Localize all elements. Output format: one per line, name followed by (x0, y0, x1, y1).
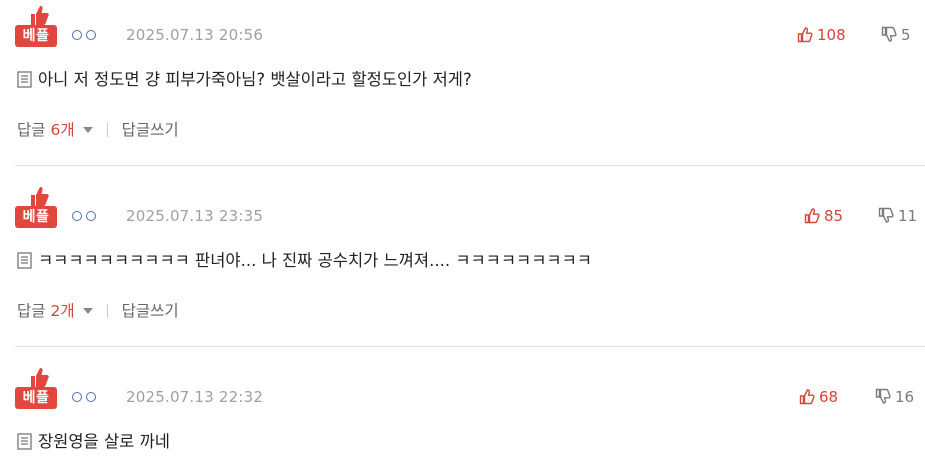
comment-text: ㅋㅋㅋㅋㅋㅋㅋㅋㅋㅋ 판녀야... 나 진짜 공수치가 느껴져.... ㅋㅋㅋㅋ… (17, 247, 592, 271)
comment-text: 아니 저 정도면 걍 피부가죽아님? 뱃살이라고 할정도인가 저게? (17, 66, 472, 90)
comment-item: 베플 2025.07.13 23:35 85 11 ㅋㅋㅋㅋㅋㅋㅋㅋㅋㅋ 판녀야… (0, 185, 925, 345)
reply-toggle[interactable]: 답글 2개 (17, 302, 93, 320)
caret-down-icon (82, 308, 93, 314)
like-button[interactable]: 85 (804, 207, 843, 225)
reply-count: 2개 (50, 302, 75, 320)
document-icon (17, 252, 32, 269)
dislike-count: 16 (895, 388, 915, 406)
dislike-button[interactable]: 16 (875, 388, 914, 406)
thumbs-up-icon (31, 187, 49, 206)
dislike-button[interactable]: 11 (878, 207, 917, 225)
thumb-up-outline-icon (804, 208, 820, 224)
document-icon (17, 71, 32, 88)
comment-text: 장원영을 살로 까네 (17, 428, 170, 452)
write-reply-button[interactable]: 답글쓰기 (122, 121, 179, 139)
separator (106, 304, 108, 318)
nickname-circles[interactable] (72, 392, 100, 406)
reply-label: 답글 (17, 302, 46, 320)
dislike-count: 5 (901, 26, 911, 44)
like-count: 108 (817, 26, 846, 44)
thumb-down-outline-icon (878, 207, 894, 223)
thumb-up-outline-icon (797, 27, 813, 43)
comment-date: 2025.07.13 22:32 (126, 388, 264, 406)
comment-body: ㅋㅋㅋㅋㅋㅋㅋㅋㅋㅋ 판녀야... 나 진짜 공수치가 느껴져.... ㅋㅋㅋㅋ… (38, 251, 592, 270)
caret-down-icon (82, 127, 93, 133)
reply-label: 답글 (17, 121, 46, 139)
reply-toggle[interactable]: 답글 6개 (17, 121, 93, 139)
reply-bar: 답글 6개 답글쓰기 (17, 118, 179, 140)
divider (15, 165, 925, 166)
like-count: 85 (824, 207, 844, 225)
thumbs-up-icon (31, 368, 49, 387)
comment-item: 베플 2025.07.13 22:32 68 16 장원영을 살로 까네 (0, 366, 925, 470)
separator (106, 123, 108, 137)
best-badge-label: 베플 (15, 387, 57, 409)
write-reply-button[interactable]: 답글쓰기 (122, 302, 179, 320)
nickname-circles[interactable] (72, 211, 100, 225)
comment-item: 베플 2025.07.13 20:56 108 5 아니 저 정도면 걍 피부가… (0, 4, 925, 164)
dislike-button[interactable]: 5 (881, 26, 911, 44)
reply-count: 6개 (50, 121, 75, 139)
nickname-circles[interactable] (72, 30, 100, 44)
like-button[interactable]: 108 (797, 26, 846, 44)
comment-date: 2025.07.13 20:56 (126, 26, 264, 44)
comment-body: 아니 저 정도면 걍 피부가죽아님? 뱃살이라고 할정도인가 저게? (38, 70, 472, 89)
comment-date: 2025.07.13 23:35 (126, 207, 264, 225)
comment-body: 장원영을 살로 까네 (38, 432, 170, 451)
like-button[interactable]: 68 (799, 388, 838, 406)
document-icon (17, 433, 32, 450)
thumb-up-outline-icon (799, 389, 815, 405)
like-count: 68 (819, 388, 839, 406)
dislike-count: 11 (898, 207, 918, 225)
thumbs-up-icon (31, 6, 49, 25)
thumb-down-outline-icon (875, 388, 891, 404)
best-badge-label: 베플 (15, 206, 57, 228)
divider (15, 346, 925, 347)
thumb-down-outline-icon (881, 26, 897, 42)
best-badge-label: 베플 (15, 25, 57, 47)
reply-bar: 답글 2개 답글쓰기 (17, 299, 179, 321)
